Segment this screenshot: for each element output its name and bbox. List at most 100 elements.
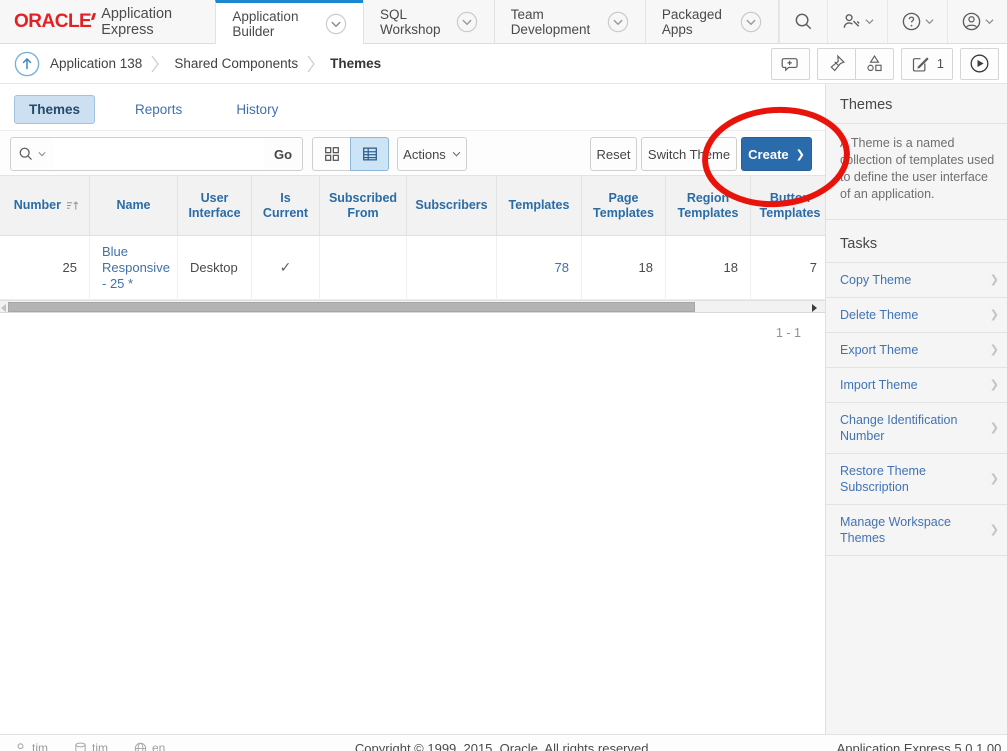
themes-report-table: Number Name User Interface Is Current Su… [0,176,825,300]
cell-button-templates: 7 [751,236,825,300]
up-arrow-button[interactable] [14,51,40,77]
cell-user-interface: Desktop [178,236,252,300]
shapes-icon [864,53,885,74]
admin-wrench-icon [841,11,862,32]
column-header-name[interactable]: Name [90,176,178,236]
column-header-templates[interactable]: Templates [497,176,582,236]
edit-page-icon [910,53,931,74]
breadcrumb-shared-components[interactable]: Shared Components [174,56,298,71]
feedback-button[interactable] [771,48,810,80]
column-header-button-templates[interactable]: Button Templates [751,176,825,236]
column-header-number[interactable]: Number [0,176,90,236]
report-view-button[interactable] [350,137,389,171]
task-copy-theme[interactable]: Copy Theme❯ [826,263,1007,298]
help-menu-button[interactable] [887,0,947,43]
pagination-range: 1 - 1 [776,326,801,340]
cell-subscribers [407,236,497,300]
apex-screen: ORACLE Application Express Application B… [0,0,1007,751]
column-header-is-current[interactable]: Is Current [252,176,320,236]
report-toolbar: Go Actions Reset Switch Theme Create ❯ [0,130,825,176]
reset-button[interactable]: Reset [590,137,637,171]
task-restore-theme-subscription[interactable]: Restore Theme Subscription❯ [826,454,1007,505]
oracle-logo[interactable]: ORACLE Application Express [0,0,215,43]
user-menu-button[interactable] [947,0,1007,43]
chevron-right-icon: ❯ [990,471,999,487]
nav-tab-application-builder[interactable]: Application Builder [215,0,363,44]
spotlight-search-button[interactable] [817,48,856,80]
chevron-right-icon: ❯ [990,307,999,323]
horizontal-scrollbar[interactable] [0,300,825,313]
search-button[interactable] [779,0,827,43]
search-column-select-button[interactable] [10,137,54,171]
cell-name: Blue Responsive - 25 * [90,236,178,300]
chevron-down-icon [925,18,934,25]
chevron-down-icon [452,151,461,157]
switch-theme-button[interactable]: Switch Theme [641,137,737,171]
task-change-identification-number[interactable]: Change Identification Number❯ [826,403,1007,454]
go-button[interactable]: Go [264,137,303,171]
globe-icon [134,742,147,751]
utilities-button-group [817,48,894,80]
grid-view-icon [323,145,341,163]
nav-tab-sql-workshop[interactable]: SQL Workshop [363,0,494,43]
product-name: Application Express [101,6,195,38]
breadcrumb-separator-icon [150,51,160,77]
column-header-region-templates[interactable]: Region Templates [666,176,751,236]
top-nav: ORACLE Application Express Application B… [0,0,1007,44]
breadcrumb-application[interactable]: Application 138 [50,56,142,71]
templates-count-link[interactable]: 78 [555,260,569,276]
tab-history[interactable]: History [222,96,292,123]
cell-subscribed-from [320,236,407,300]
nav-tab-team-development[interactable]: Team Development [494,0,645,43]
nav-tab-label: Team Development [511,7,598,37]
scrollbar-thumb[interactable] [8,302,695,312]
database-icon [74,742,87,751]
task-manage-workspace-themes[interactable]: Manage Workspace Themes❯ [826,505,1007,556]
chevron-down-icon[interactable] [456,11,478,33]
chevron-down-icon [38,151,46,157]
footer-version: Application Express 5.0.1.00. [837,741,1005,751]
page-action-buttons: 1 [771,48,999,80]
user-icon [961,11,982,32]
chevron-down-icon[interactable] [740,11,762,33]
chevron-right-icon: ❯ [990,420,999,436]
icon-view-button[interactable] [312,137,351,171]
chevron-down-icon[interactable] [607,11,629,33]
create-button[interactable]: Create ❯ [741,137,812,171]
chevron-down-icon [865,18,874,25]
sidebar-tasks-title: Tasks [826,223,1007,263]
task-export-theme[interactable]: Export Theme❯ [826,333,1007,368]
chevron-right-icon: ❯ [990,522,999,538]
edit-page-button[interactable]: 1 [901,48,953,80]
search-input[interactable] [53,137,265,171]
tab-reports[interactable]: Reports [121,96,196,123]
actions-menu-button[interactable]: Actions [397,137,467,171]
scroll-right-arrow-icon[interactable] [812,304,817,312]
scroll-left-arrow-icon[interactable] [1,304,6,312]
cell-number: 25 [0,236,90,300]
oracle-wordmark: ORACLE [14,11,91,33]
footer-copyright: Copyright © 1999, 2015, Oracle. All righ… [355,741,652,751]
task-import-theme[interactable]: Import Theme❯ [826,368,1007,403]
nav-tab-label: Application Builder [232,9,316,39]
administration-menu-button[interactable] [827,0,887,43]
top-nav-icons [779,0,1007,43]
task-delete-theme[interactable]: Delete Theme❯ [826,298,1007,333]
actions-label: Actions [403,147,446,162]
help-icon [901,11,922,32]
shared-components-button[interactable] [856,48,894,80]
right-sidebar: Themes A Theme is a named collection of … [825,84,1007,734]
chevron-right-icon: ❯ [796,148,805,161]
column-header-subscribed-from[interactable]: Subscribed From [320,176,407,236]
theme-name-link[interactable]: Blue Responsive - 25 * [102,244,170,292]
main-content: Themes Reports History Go Actions Reset [0,84,825,734]
column-header-user-interface[interactable]: User Interface [178,176,252,236]
chevron-down-icon[interactable] [325,13,347,35]
column-header-subscribers[interactable]: Subscribers [407,176,497,236]
sidebar-about-description: A Theme is a named collection of templat… [826,124,1007,220]
run-application-button[interactable] [960,48,999,80]
column-header-page-templates[interactable]: Page Templates [582,176,666,236]
up-arrow-icon [14,51,40,77]
nav-tab-packaged-apps[interactable]: Packaged Apps [645,0,779,43]
tab-themes[interactable]: Themes [14,95,95,124]
